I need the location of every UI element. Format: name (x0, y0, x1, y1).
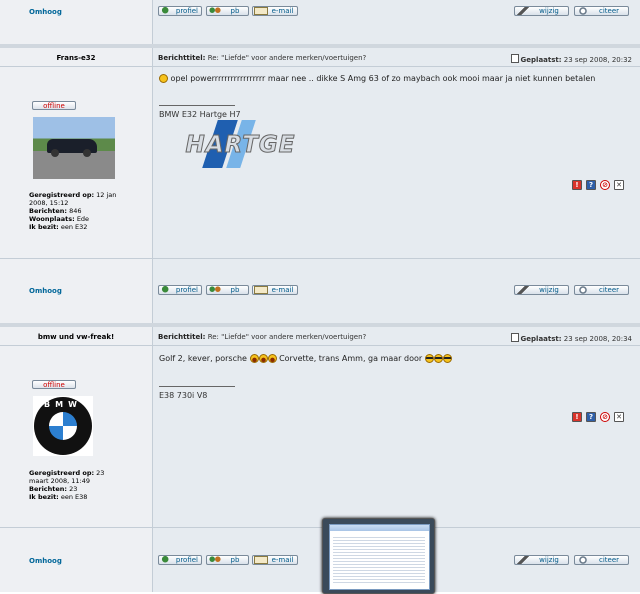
bmw-roundel (49, 412, 77, 440)
email-button[interactable]: e-mail (252, 555, 298, 565)
bmw-letters: BMW (44, 400, 82, 409)
shocked-smiley-icon (258, 354, 268, 363)
offline-badge: offline (32, 380, 76, 389)
avatar: BMW (33, 396, 93, 456)
confused-smiley-icon (159, 74, 168, 83)
profile-icon (160, 286, 173, 294)
signature-text: E38 730i V8 (159, 391, 208, 400)
avatar (33, 117, 115, 179)
wheel-rear (83, 149, 91, 157)
quote-button[interactable]: citeer (574, 285, 629, 295)
profile-button[interactable]: profiel (158, 285, 202, 295)
preview-window (329, 524, 430, 590)
signature-divider (159, 105, 235, 106)
author-profile: Geregistreerd op: 23 maart 2008, 11:49 B… (29, 469, 105, 501)
logo-text: HARTGE (185, 132, 296, 159)
cool-smiley-icon (442, 354, 452, 363)
signature-divider (159, 386, 235, 387)
quote-button[interactable]: citeer (574, 6, 629, 16)
shocked-smiley-icon (267, 354, 277, 363)
pm-button[interactable]: pb (206, 555, 249, 565)
users-icon (208, 7, 222, 15)
envelope-icon (254, 286, 268, 294)
delete-icon[interactable]: ✕ (614, 412, 624, 422)
profile-button[interactable]: profiel (158, 6, 202, 16)
delete-icon[interactable]: ✕ (614, 180, 624, 190)
quote-button[interactable]: citeer (574, 555, 629, 565)
report-icon[interactable]: ! (572, 412, 582, 422)
pencil-icon (516, 556, 530, 564)
hartge-logo: HARTGE (158, 120, 323, 168)
quote-icon (576, 556, 590, 564)
profile-button[interactable]: profiel (158, 555, 202, 565)
post-author[interactable]: Frans-e32 (0, 54, 152, 62)
post-icon[interactable] (510, 333, 519, 342)
edit-button[interactable]: wijzig (514, 6, 569, 16)
window-preview-thumbnail[interactable] (322, 518, 435, 594)
edit-button[interactable]: wijzig (514, 555, 569, 565)
offline-badge: offline (32, 101, 76, 110)
back-to-top-link[interactable]: Omhoog (29, 8, 62, 16)
post-subject: Berichttitel: Re: "Liefde" voor andere m… (158, 333, 367, 341)
quote-icon (576, 286, 590, 294)
warn-icon[interactable]: ⊘ (600, 180, 610, 190)
pencil-icon (516, 7, 530, 15)
pm-button[interactable]: pb (206, 6, 249, 16)
post-message: opel powerrrrrrrrrrrrrrrrr maar nee .. d… (159, 74, 595, 83)
preview-titlebar (330, 525, 429, 531)
author-profile: Geregistreerd op: 12 jan 2008, 15:12 Ber… (29, 191, 117, 231)
email-button[interactable]: e-mail (252, 6, 298, 16)
post-subject: Berichttitel: Re: "Liefde" voor andere m… (158, 54, 367, 62)
edit-button[interactable]: wijzig (514, 285, 569, 295)
info-icon[interactable]: ? (586, 180, 596, 190)
pm-button[interactable]: pb (206, 285, 249, 295)
post-message: Golf 2, kever, porsche Corvette, trans A… (159, 354, 452, 363)
users-icon (208, 556, 222, 564)
post-date: Geplaatst: 23 sep 2008, 20:32 (510, 54, 632, 64)
post-author[interactable]: bmw und vw-freak! (0, 333, 152, 341)
preview-content (333, 535, 425, 585)
info-icon[interactable]: ? (586, 412, 596, 422)
email-button[interactable]: e-mail (252, 285, 298, 295)
profile-icon (160, 7, 173, 15)
bmw-logo: BMW (34, 397, 92, 455)
quote-icon (576, 7, 590, 15)
pencil-icon (516, 286, 530, 294)
cool-smiley-icon (433, 354, 443, 363)
shocked-smiley-icon (249, 354, 259, 363)
post-icon[interactable] (510, 54, 519, 63)
wheel-front (51, 149, 59, 157)
cool-smiley-icon (424, 354, 434, 363)
post-moderation-actions: ! ? ⊘ ✕ (572, 180, 624, 190)
post-moderation-actions: ! ? ⊘ ✕ (572, 412, 624, 422)
profile-icon (160, 556, 173, 564)
report-icon[interactable]: ! (572, 180, 582, 190)
back-to-top-link[interactable]: Omhoog (29, 287, 62, 295)
envelope-icon (254, 556, 268, 564)
users-icon (208, 286, 222, 294)
post-date: Geplaatst: 23 sep 2008, 20:34 (510, 333, 632, 343)
envelope-icon (254, 7, 268, 15)
signature-text: BMW E32 Hartge H7 (159, 110, 241, 119)
back-to-top-link[interactable]: Omhoog (29, 557, 62, 565)
warn-icon[interactable]: ⊘ (600, 412, 610, 422)
